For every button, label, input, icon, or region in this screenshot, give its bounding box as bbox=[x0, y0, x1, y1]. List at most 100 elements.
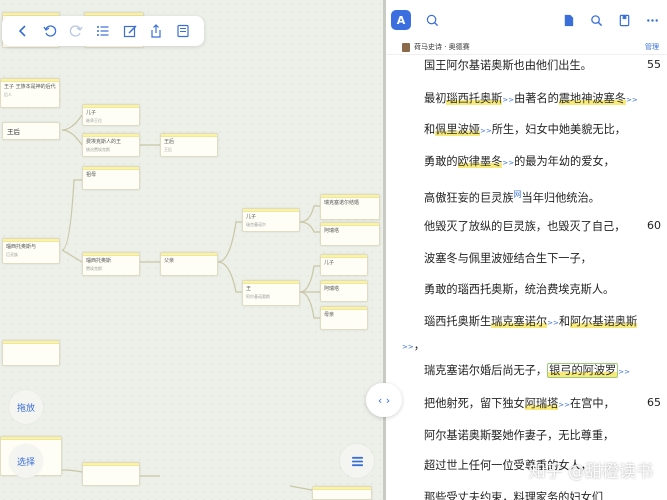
split-toggle-button[interactable]: ‹ › bbox=[366, 383, 402, 417]
highlighted-term[interactable]: 欧律墨冬 bbox=[457, 155, 503, 168]
app-logo-icon[interactable]: A bbox=[391, 10, 411, 30]
text-run: 当年归他统治。 bbox=[521, 191, 600, 205]
link-arrow-icon[interactable]: >> bbox=[618, 368, 630, 376]
menu-icon bbox=[351, 456, 363, 466]
list-icon[interactable] bbox=[93, 21, 113, 41]
link-arrow-icon[interactable]: >> bbox=[626, 96, 638, 104]
text-run: 勇敢的 bbox=[424, 155, 458, 168]
text-line[interactable]: >>， bbox=[402, 338, 649, 354]
highlighted-term[interactable]: 瑞克塞诺尔 bbox=[491, 315, 548, 328]
link-arrow-icon[interactable]: >> bbox=[547, 319, 559, 327]
link-arrow-icon[interactable]: >> bbox=[558, 401, 570, 409]
text-run: 瑙西托奥斯生 bbox=[424, 315, 492, 328]
mind-node[interactable]: 王后 bbox=[2, 122, 60, 140]
menu-button[interactable] bbox=[340, 444, 374, 478]
more-icon[interactable] bbox=[643, 11, 661, 29]
release-button[interactable]: 拖放 bbox=[9, 390, 43, 424]
mind-node[interactable]: 父亲 bbox=[160, 252, 218, 276]
text-line[interactable]: 和佩里波娅>>所生，妇女中她美貌无比， bbox=[424, 122, 649, 138]
text-line[interactable]: 最初瑙西托奥斯>>由著名的震地神波塞冬>> bbox=[424, 91, 649, 107]
text-run: ， bbox=[413, 339, 425, 352]
highlighted-term[interactable]: 震地神波塞冬 bbox=[558, 92, 626, 105]
text-run: 瑞克塞诺尔婚后尚无子， bbox=[424, 364, 548, 377]
mind-map-canvas[interactable]: 王子 王族本是神的后代 后人 王后 儿子 继承王位 费埃克斯人的王 统治费埃克斯 王后… bbox=[0, 0, 384, 500]
text-run: 最初 bbox=[424, 92, 447, 105]
mind-node[interactable] bbox=[312, 486, 372, 500]
text-line[interactable]: 瑙西托奥斯生瑞克塞诺尔>>和阿尔基诺奥斯 bbox=[424, 314, 649, 330]
text-line[interactable]: 波塞冬与佩里波娅结合生下一子， bbox=[424, 251, 649, 267]
mind-node[interactable]: 瑞克塞诺尔结婚 bbox=[320, 194, 380, 220]
highlighted-term[interactable]: 阿瑞塔 bbox=[524, 397, 559, 410]
mind-node[interactable]: 王子 王族本是神的后代 后人 bbox=[0, 78, 60, 108]
text-line[interactable]: 把他射死，留下独女阿瑞塔>>在宫中， bbox=[424, 396, 649, 412]
text-run: 所生，妇女中她美貌无比， bbox=[491, 123, 626, 136]
text-run: 的最为年幼的爱女， bbox=[514, 155, 615, 168]
book-title: 荷马史诗 · 奥德赛 bbox=[414, 43, 470, 51]
link-arrow-icon[interactable]: >> bbox=[402, 343, 414, 351]
search-icon[interactable] bbox=[587, 11, 605, 29]
link-arrow-icon[interactable]: >> bbox=[502, 96, 514, 104]
text-line[interactable]: 阿尔基诺奥斯娶她作妻子，无比尊重， bbox=[424, 428, 649, 444]
document-icon[interactable] bbox=[559, 11, 577, 29]
mind-node[interactable]: 瑙西托奥斯 费埃克斯 bbox=[82, 252, 140, 276]
line-number: 55 bbox=[647, 58, 661, 71]
text-line[interactable]: 高傲狂妄的巨灵族网当年归他统治。 bbox=[424, 187, 649, 205]
mind-node[interactable] bbox=[82, 462, 140, 486]
redo-icon[interactable] bbox=[66, 21, 86, 41]
text-run: 国王阿尔基诺奥斯也由他们出生。 bbox=[424, 59, 592, 72]
outline-icon[interactable] bbox=[173, 21, 193, 41]
text-run: 那些受丈夫约束，料理家务的妇女们 bbox=[424, 491, 604, 500]
text-run: 他毁灭了放纵的巨灵族，也毁灭了自己， bbox=[424, 220, 626, 233]
book-icon bbox=[402, 42, 410, 52]
text-run: 和 bbox=[424, 123, 436, 136]
link-arrow-icon[interactable]: >> bbox=[480, 127, 492, 135]
text-line[interactable]: 国王阿尔基诺奥斯也由他们出生。 bbox=[424, 58, 649, 74]
mind-node[interactable]: 阿瑞塔 bbox=[320, 280, 368, 302]
select-button[interactable]: 选择 bbox=[9, 444, 43, 478]
mind-node[interactable]: 儿子 继承王位 bbox=[82, 104, 140, 126]
text-line[interactable]: 瑞克塞诺尔婚后尚无子， 银弓的阿波罗 >> bbox=[424, 363, 649, 379]
highlighted-term[interactable]: 佩里波娅 bbox=[435, 123, 480, 136]
back-icon[interactable] bbox=[13, 21, 33, 41]
translate-icon[interactable] bbox=[423, 11, 441, 29]
link-arrow-icon[interactable]: >> bbox=[502, 159, 514, 167]
reader-pane: A 荷马史诗 · 奥德赛 管理 国王阿尔基诺奥斯也由他们出生。55最初瑙西托 bbox=[386, 0, 667, 500]
line-number: 65 bbox=[647, 396, 661, 409]
mind-node[interactable]: 儿子 瑞克塞诺尔 bbox=[242, 208, 300, 232]
highlighted-term[interactable]: 瑙西托奥斯 bbox=[446, 92, 503, 105]
watermark: 知乎 @甜橙读书 bbox=[528, 462, 653, 482]
text-run: 在宫中， bbox=[570, 397, 615, 410]
mind-node[interactable]: 阿瑞塔 bbox=[320, 222, 380, 246]
mind-map-toolbar bbox=[2, 16, 204, 46]
line-number: 60 bbox=[647, 219, 661, 232]
share-icon[interactable] bbox=[146, 21, 166, 41]
mind-node[interactable]: 王阿尔基诺奥斯 bbox=[242, 280, 300, 306]
text-run: 阿尔基诺奥斯娶她作妻子，无比尊重， bbox=[424, 429, 615, 442]
book-info-bar: 荷马史诗 · 奥德赛 管理 bbox=[386, 40, 667, 55]
text-run: 和 bbox=[558, 315, 571, 328]
mind-node[interactable] bbox=[2, 340, 60, 366]
text-run: 波塞冬与佩里波娅结合生下一子， bbox=[424, 252, 592, 265]
mind-node[interactable]: 王后 王后 bbox=[160, 133, 218, 157]
manage-button[interactable]: 管理 bbox=[645, 42, 659, 52]
text-run: 由著名的 bbox=[514, 92, 559, 105]
mind-node[interactable]: 费埃克斯人的王 统治费埃克斯 bbox=[82, 133, 140, 157]
mind-node[interactable]: 母亲 bbox=[320, 306, 368, 330]
text-line[interactable]: 他毁灭了放纵的巨灵族，也毁灭了自己， bbox=[424, 219, 649, 235]
text-line[interactable]: 勇敢的瑙西托奥斯，统治费埃克斯人。 bbox=[424, 282, 649, 298]
mind-node-root[interactable]: 瑙西托奥斯与 巨灵族 bbox=[2, 238, 60, 264]
text-line[interactable]: 勇敢的欧律墨冬>>的最为年幼的爱女， bbox=[424, 154, 649, 170]
text-line[interactable]: 那些受丈夫约束，料理家务的妇女们 bbox=[424, 490, 649, 500]
mind-node[interactable]: 祖母 bbox=[82, 166, 140, 190]
text-run: 把他射死，留下独女 bbox=[424, 397, 525, 410]
highlighted-term[interactable]: 阿尔基诺奥斯 bbox=[570, 315, 638, 328]
edit-icon[interactable] bbox=[120, 21, 140, 41]
mind-node[interactable]: 儿子 bbox=[320, 254, 368, 276]
reader-toolbar: A bbox=[386, 0, 667, 40]
annotation-mark[interactable]: 网 bbox=[514, 190, 522, 199]
text-run: 高傲狂妄的巨灵族 bbox=[424, 191, 514, 205]
undo-icon[interactable] bbox=[40, 21, 60, 41]
highlighted-term[interactable]: 银弓的阿波罗 bbox=[547, 363, 619, 378]
bookmark-icon[interactable] bbox=[615, 11, 633, 29]
app-window: 王子 王族本是神的后代 后人 王后 儿子 继承王位 费埃克斯人的王 统治费埃克斯 王后… bbox=[0, 0, 667, 500]
